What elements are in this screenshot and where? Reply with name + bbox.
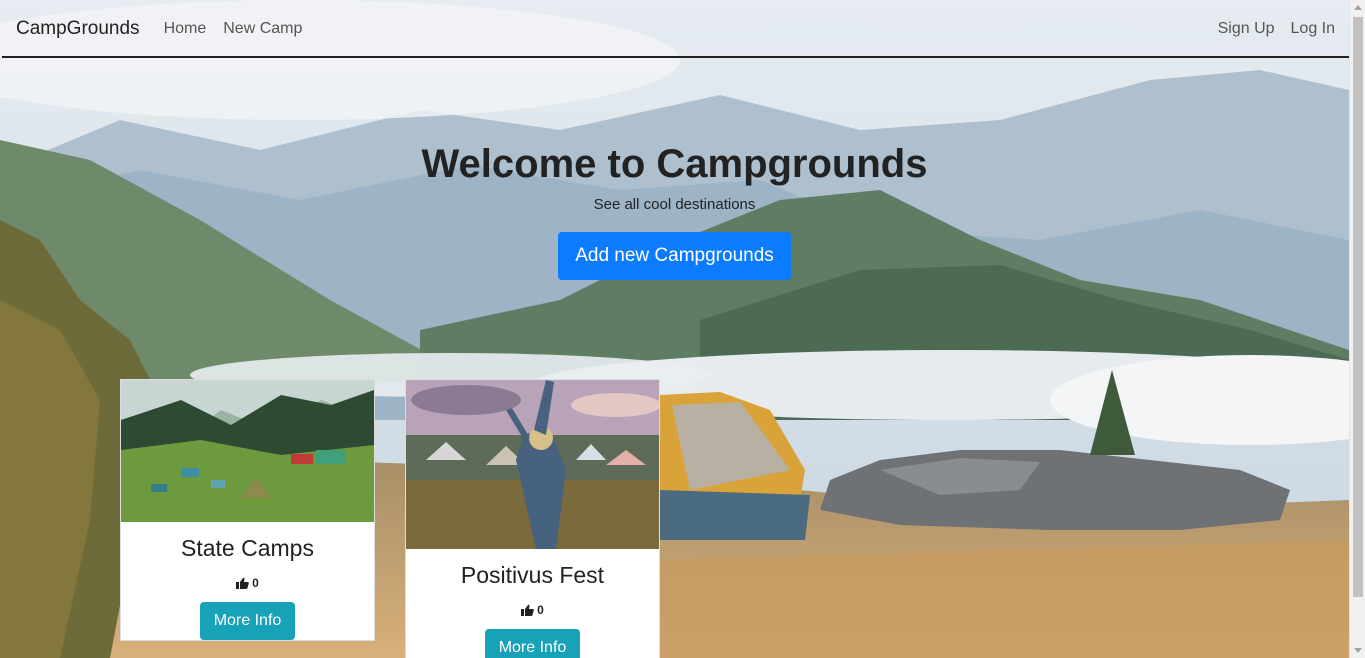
hero-title: Welcome to Campgrounds — [421, 142, 928, 186]
scroll-down-arrow-icon[interactable] — [1354, 648, 1362, 653]
hero-section: Welcome to Campgrounds See all cool dest… — [0, 140, 1349, 280]
card-title: Positivus Fest — [460, 562, 605, 588]
scrollbar-thumb[interactable] — [1353, 17, 1363, 597]
scroll-up-arrow-icon[interactable] — [1354, 5, 1362, 10]
nav-link-log-in[interactable]: Log In — [1291, 20, 1335, 38]
thumbs-up-icon — [236, 577, 249, 589]
thumbs-up-icon — [521, 604, 534, 616]
top-navbar: CampGrounds Home New Camp Sign Up Log In — [2, 1, 1349, 58]
more-info-button[interactable]: More Info — [484, 629, 581, 658]
campground-card: Positivus Fest 0 More Info — [405, 379, 660, 658]
nav-link-sign-up[interactable]: Sign Up — [1218, 20, 1275, 38]
campground-image-state-camps[interactable] — [121, 380, 374, 522]
likes-count: 0 — [406, 603, 659, 617]
vertical-scrollbar[interactable] — [1349, 0, 1365, 658]
hero-subtitle: See all cool destinations — [593, 196, 756, 213]
add-campground-button[interactable]: Add new Campgrounds — [558, 232, 791, 280]
page: CampGrounds Home New Camp Sign Up Log In… — [0, 0, 1365, 658]
likes-value: 0 — [537, 603, 544, 617]
card-title: State Camps — [181, 535, 314, 561]
likes-value: 0 — [252, 576, 259, 590]
nav-link-new-camp[interactable]: New Camp — [223, 20, 302, 38]
campground-image-positivus-fest[interactable] — [406, 380, 659, 549]
nav-right-group: Sign Up Log In — [1202, 20, 1335, 38]
likes-count: 0 — [121, 576, 374, 590]
campground-card: State Camps 0 More Info — [120, 379, 375, 641]
brand-link[interactable]: CampGrounds — [16, 18, 140, 40]
nav-link-home[interactable]: Home — [164, 20, 207, 38]
more-info-button[interactable]: More Info — [199, 602, 296, 640]
